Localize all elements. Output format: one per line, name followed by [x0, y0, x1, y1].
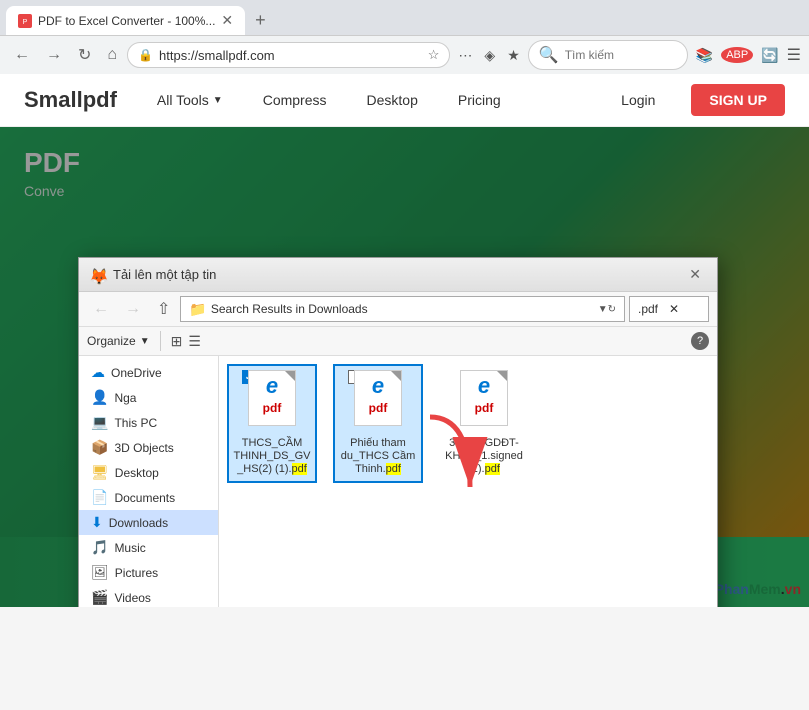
breadcrumb-bar[interactable]: 📁 Search Results in Downloads ▼ ↻: [180, 296, 625, 322]
dialog-close-button[interactable]: ✕: [683, 264, 707, 285]
clear-filter-button[interactable]: ✕: [669, 302, 700, 316]
tab-title: PDF to Excel Converter - 100%...: [38, 14, 215, 28]
dialog-firefox-icon: 🦊: [89, 267, 105, 283]
new-tab-button[interactable]: +: [247, 6, 274, 35]
file-name-1: THCS_CẦM THINH_DS_GV_HS(2) (1).pdf: [233, 437, 311, 477]
nav-forward-button[interactable]: →: [119, 298, 147, 320]
site-logo: Smallpdf: [24, 87, 117, 113]
sidebar-item-3dobjects[interactable]: 📦 3D Objects: [79, 435, 218, 460]
sidebar-item-videos[interactable]: 🎬 Videos: [79, 585, 218, 607]
view-list-button[interactable]: ☰: [188, 333, 201, 350]
page-content: Smallpdf All Tools ▼ Compress Desktop Pr…: [0, 74, 809, 607]
search-input[interactable]: [565, 48, 677, 62]
address-bar-icons: ☆: [428, 47, 440, 63]
toolbar-icons: ⋯ ◈ ★: [454, 43, 523, 68]
sidebar-item-downloads[interactable]: ⬇ Downloads: [79, 510, 218, 535]
music-icon: 🎵: [91, 539, 108, 556]
adblock-icon[interactable]: ABP: [721, 47, 753, 63]
path-filter-box[interactable]: .pdf ✕: [629, 296, 709, 322]
view-toggle-button[interactable]: ⊞: [171, 333, 183, 350]
right-toolbar-icons: 📚 ABP 🔄 ☰: [692, 43, 801, 68]
signup-button[interactable]: SIGN UP: [691, 84, 785, 116]
search-box[interactable]: 🔍: [528, 40, 688, 70]
file-name-2: Phiếu tham du_THCS Cầm Thinh.pdf: [339, 437, 417, 477]
active-tab[interactable]: P PDF to Excel Converter - 100%... ✕: [6, 6, 245, 35]
page-body: PDF Conve CHOOSE FILE FROM GOOGLE DRIVE …: [0, 127, 809, 607]
chevron-down-icon: ▼: [213, 95, 223, 106]
reload-button[interactable]: ↻: [72, 41, 97, 69]
refresh-button[interactable]: ↻: [608, 304, 616, 315]
chevron-down-icon: ▼: [598, 304, 608, 315]
toolbar-separator: [160, 331, 161, 351]
sidebar-item-thispc[interactable]: 💻 This PC: [79, 410, 218, 435]
help-button[interactable]: ?: [691, 332, 709, 350]
path-filter-text: .pdf: [638, 302, 669, 316]
extensions-icon[interactable]: ⋯: [454, 43, 476, 68]
folder-3d-icon: 📦: [91, 439, 108, 456]
dialog-sidebar: ☁ OneDrive 👤 Nga 💻 This PC 📦 3D Objects: [79, 356, 219, 607]
file-icon-1: e pdf: [247, 370, 297, 425]
nav-back-button[interactable]: ←: [87, 298, 115, 320]
reader-icon[interactable]: ★: [503, 43, 524, 68]
lock-icon: 🔒: [138, 48, 153, 62]
menu-button[interactable]: ☰: [787, 45, 801, 65]
browser-toolbar: ← → ↻ ⌂ 🔒 https://smallpdf.com ☆ ⋯ ◈ ★ 🔍…: [0, 35, 809, 74]
downloads-icon: ⬇: [91, 514, 103, 531]
sidebar-item-music[interactable]: 🎵 Music: [79, 535, 218, 560]
sidebar-item-documents[interactable]: 📄 Documents: [79, 485, 218, 510]
url-text: https://smallpdf.com: [159, 48, 422, 63]
nav-compress[interactable]: Compress: [253, 86, 337, 114]
sidebar-item-onedrive[interactable]: ☁ OneDrive: [79, 360, 218, 385]
pocket-icon[interactable]: ◈: [480, 43, 499, 68]
chevron-down-icon: ▼: [140, 336, 150, 347]
tab-bar: P PDF to Excel Converter - 100%... ✕ +: [0, 0, 809, 35]
documents-icon: 📄: [91, 489, 108, 506]
dialog-toolbar: Organize ▼ ⊞ ☰ ?: [79, 327, 717, 356]
tab-close-button[interactable]: ✕: [221, 12, 233, 29]
nav-alltools[interactable]: All Tools ▼: [147, 86, 233, 114]
desktop-icon: 🖥: [91, 464, 109, 481]
home-button[interactable]: ⌂: [101, 42, 123, 68]
dialog-title: Tải lên một tập tin: [113, 267, 675, 282]
search-icon: 🔍: [539, 45, 559, 65]
tab-favicon: P: [18, 14, 32, 28]
file-dialog: 🦊 Tải lên một tập tin ✕ ← → ⇧ 📁 Search R…: [78, 257, 718, 607]
sync-icon[interactable]: 🔄: [757, 43, 782, 68]
onedrive-icon: ☁: [91, 364, 105, 381]
file-item-1[interactable]: e pdf THCS_CẦM THINH_DS_GV_HS(2) (1).pdf: [227, 364, 317, 483]
svg-text:P: P: [23, 19, 28, 26]
nav-up-button[interactable]: ⇧: [151, 297, 176, 321]
dialog-body: ☁ OneDrive 👤 Nga 💻 This PC 📦 3D Objects: [79, 356, 717, 607]
sidebar-item-nga[interactable]: 👤 Nga: [79, 385, 218, 410]
pictures-icon: 🖼: [91, 564, 109, 581]
computer-icon: 💻: [91, 414, 108, 431]
forward-button[interactable]: →: [40, 42, 68, 68]
address-bar[interactable]: 🔒 https://smallpdf.com ☆: [127, 42, 450, 68]
sidebar-item-desktop[interactable]: 🖥 Desktop: [79, 460, 218, 485]
bookmarks-icon[interactable]: 📚: [692, 43, 717, 68]
bookmark-star-icon[interactable]: ☆: [428, 47, 440, 63]
red-arrow: [410, 407, 490, 512]
sidebar-item-pictures[interactable]: 🖼 Pictures: [79, 560, 218, 585]
folder-icon: 📁: [189, 301, 206, 318]
site-header: Smallpdf All Tools ▼ Compress Desktop Pr…: [0, 74, 809, 127]
nav-pricing[interactable]: Pricing: [448, 86, 511, 114]
login-button[interactable]: Login: [605, 86, 671, 114]
file-icon-wrapper-1: e pdf: [242, 370, 302, 435]
dialog-titlebar: 🦊 Tải lên một tập tin ✕: [79, 258, 717, 292]
user-icon: 👤: [91, 389, 108, 406]
breadcrumb-text: Search Results in Downloads: [211, 302, 594, 316]
file-icon-2: e pdf: [353, 370, 403, 425]
dialog-nav: ← → ⇧ 📁 Search Results in Downloads ▼ ↻ …: [79, 292, 717, 327]
organize-button[interactable]: Organize ▼: [87, 334, 150, 348]
nav-desktop[interactable]: Desktop: [357, 86, 428, 114]
videos-icon: 🎬: [91, 589, 108, 606]
back-button[interactable]: ←: [8, 42, 36, 68]
file-icon-wrapper-2: e pdf: [348, 370, 408, 435]
